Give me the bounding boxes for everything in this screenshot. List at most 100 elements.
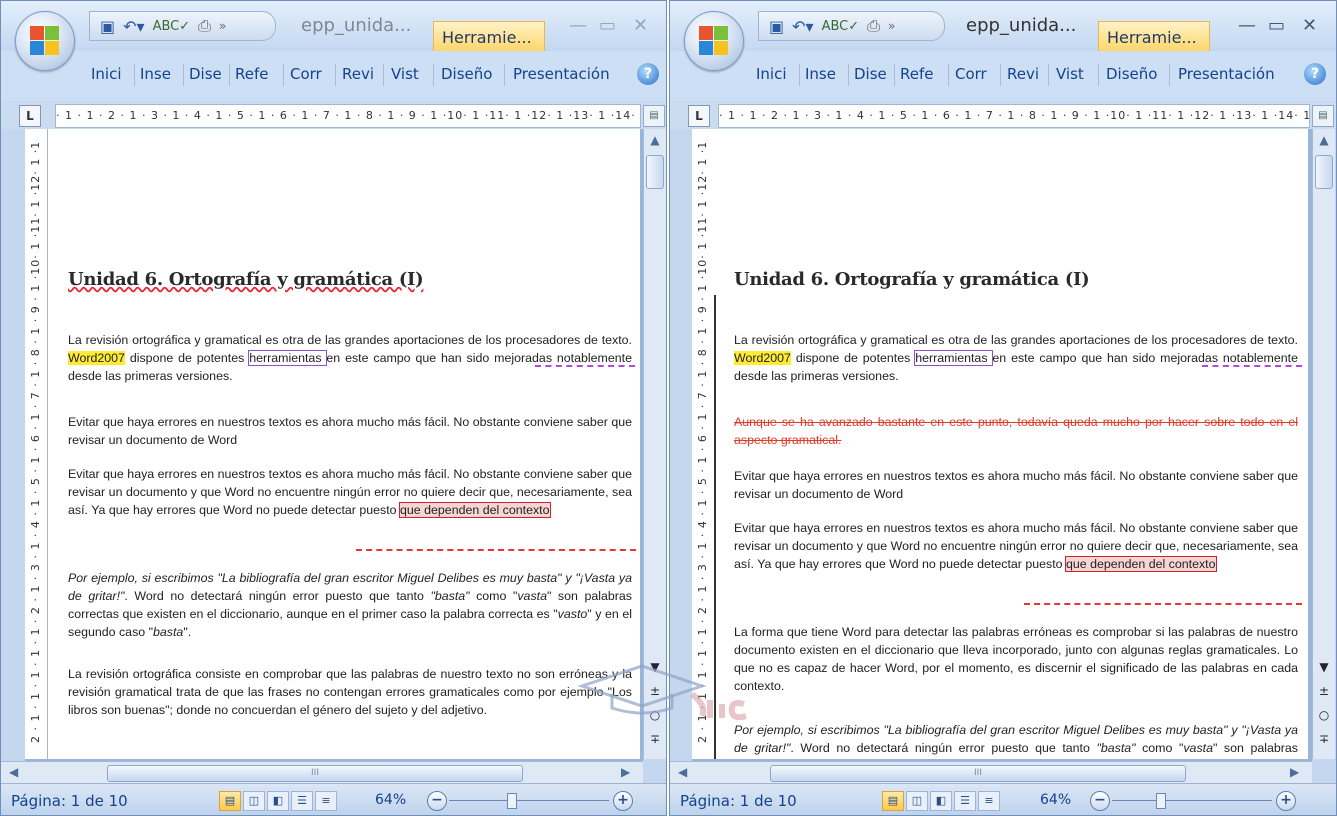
document-page[interactable]: Unidad 6. Ortografía y gramática (I) La …: [48, 129, 640, 759]
ruler-toggle-icon[interactable]: ▤: [643, 105, 665, 127]
draft-icon[interactable]: ≡: [978, 791, 1000, 811]
print-layout-icon[interactable]: ▤: [882, 791, 904, 811]
contextual-tab-tools[interactable]: Herramie...: [433, 21, 545, 51]
zoom-level[interactable]: 64%: [375, 792, 406, 808]
tab-vista[interactable]: Vist: [1056, 65, 1084, 83]
horizontal-ruler[interactable]: · 1 · 1 · 2 · 1 · 3 · 1 · 4 · 1 · 5 · 1 …: [718, 104, 1310, 128]
scroll-down-icon[interactable]: ▼: [644, 657, 666, 677]
scroll-left-icon[interactable]: ◀: [9, 765, 18, 779]
zoom-out-button[interactable]: −: [1090, 791, 1110, 811]
tab-diseno[interactable]: Diseño: [441, 65, 492, 83]
horizontal-scrollbar[interactable]: ◀ III ▶: [670, 761, 1312, 784]
scroll-right-icon[interactable]: ▶: [621, 765, 630, 779]
zoom-slider[interactable]: [449, 800, 609, 801]
select-browse-object-icon[interactable]: ○: [1313, 705, 1335, 725]
close-icon[interactable]: ✕: [1302, 15, 1317, 36]
tab-diseno-pagina[interactable]: Dise: [854, 65, 887, 83]
scroll-up-icon[interactable]: ▲: [644, 129, 666, 151]
save-icon[interactable]: ▣: [769, 17, 784, 36]
vertical-scrollbar[interactable]: ▲ ▼ ± ○ ∓: [643, 129, 666, 759]
help-icon[interactable]: ?: [1304, 63, 1326, 85]
next-page-icon[interactable]: ∓: [1313, 729, 1335, 749]
scroll-thumb[interactable]: [1315, 155, 1333, 189]
contextual-tab-tools[interactable]: Herramie...: [1098, 21, 1210, 51]
zoom-slider-thumb[interactable]: [507, 793, 517, 809]
page-count[interactable]: Página: 1 de 10: [680, 792, 797, 810]
scroll-left-icon[interactable]: ◀: [678, 765, 687, 779]
full-screen-reading-icon[interactable]: ◫: [243, 791, 265, 811]
paragraph-evitar-short: Evitar que haya errores en nuestros text…: [734, 469, 1298, 501]
tab-correspondencia[interactable]: Corr: [290, 65, 322, 83]
tab-revisar[interactable]: Revi: [1007, 65, 1039, 83]
zoom-level[interactable]: 64%: [1040, 792, 1071, 808]
tab-revisar[interactable]: Revi: [342, 65, 374, 83]
previous-page-icon[interactable]: ±: [1313, 681, 1335, 701]
tab-presentacion[interactable]: Presentación: [513, 65, 610, 83]
zoom-slider-thumb[interactable]: [1156, 793, 1166, 809]
undo-icon[interactable]: ↶▾: [123, 17, 144, 36]
horizontal-scrollbar[interactable]: ◀ III ▶: [1, 761, 643, 784]
ruler-toggle-icon[interactable]: ▤: [1312, 105, 1334, 127]
qat-more-icon[interactable]: »: [219, 19, 226, 33]
save-icon[interactable]: ▣: [100, 17, 115, 36]
spelling-icon[interactable]: ABC✓: [153, 19, 191, 34]
web-layout-icon[interactable]: ◧: [930, 791, 952, 811]
web-layout-icon[interactable]: ◧: [267, 791, 289, 811]
zoom-out-button[interactable]: −: [427, 791, 447, 811]
horizontal-scroll-thumb[interactable]: III: [107, 765, 523, 782]
zoom-slider[interactable]: [1112, 800, 1272, 801]
tab-diseno-pagina[interactable]: Dise: [189, 65, 222, 83]
select-browse-object-icon[interactable]: ○: [644, 705, 666, 725]
tab-inicio[interactable]: Inici: [756, 65, 787, 83]
horizontal-scroll-thumb[interactable]: III: [770, 765, 1186, 782]
vertical-scrollbar[interactable]: ▲ ▼ ± ○ ∓: [1312, 129, 1335, 759]
full-screen-reading-icon[interactable]: ◫: [906, 791, 928, 811]
scroll-down-icon[interactable]: ▼: [1313, 657, 1335, 677]
scroll-right-icon[interactable]: ▶: [1290, 765, 1299, 779]
tab-inicio[interactable]: Inici: [91, 65, 122, 83]
print-preview-icon[interactable]: ⎙: [198, 16, 211, 36]
tab-insertar[interactable]: Inse: [140, 65, 171, 83]
window-title: epp_unida...: [966, 15, 1077, 36]
minimize-icon[interactable]: —: [569, 15, 587, 36]
page-count[interactable]: Página: 1 de 10: [11, 792, 128, 810]
quick-access-toolbar: ▣ ↶▾ ABC✓ ⎙ »: [89, 11, 276, 41]
spelling-icon[interactable]: ABC✓: [822, 19, 860, 34]
tab-correspondencia[interactable]: Corr: [955, 65, 987, 83]
maximize-icon[interactable]: ▭: [1268, 15, 1285, 36]
zoom-in-button[interactable]: +: [613, 791, 633, 811]
scroll-thumb[interactable]: [646, 155, 664, 189]
tab-insertar[interactable]: Inse: [805, 65, 836, 83]
scroll-up-icon[interactable]: ▲: [1313, 129, 1335, 151]
vertical-ruler[interactable]: 2 · 1 · 1 · 1 · 1 · 1 · 2 · 1 · 3 · 1 · …: [25, 129, 48, 759]
close-icon[interactable]: ✕: [633, 15, 648, 36]
horizontal-ruler[interactable]: · 1 · 1 · 2 · 1 · 3 · 1 · 4 · 1 · 5 · 1 …: [55, 104, 641, 128]
help-icon[interactable]: ?: [637, 63, 659, 85]
tab-vista[interactable]: Vist: [391, 65, 419, 83]
tab-diseno[interactable]: Diseño: [1106, 65, 1157, 83]
ribbon-tabs: Inici Inse Dise Refe Corr Revi Vist Dise…: [670, 51, 1336, 102]
print-preview-icon[interactable]: ⎙: [867, 16, 880, 36]
print-layout-icon[interactable]: ▤: [219, 791, 241, 811]
tab-presentacion[interactable]: Presentación: [1178, 65, 1275, 83]
draft-icon[interactable]: ≡: [315, 791, 337, 811]
tab-selector-icon[interactable]: L: [19, 105, 41, 127]
outline-icon[interactable]: ☰: [954, 791, 976, 811]
outline-icon[interactable]: ☰: [291, 791, 313, 811]
minimize-icon[interactable]: —: [1238, 15, 1256, 36]
previous-page-icon[interactable]: ±: [644, 681, 666, 701]
office-button[interactable]: [15, 11, 75, 71]
zoom-in-button[interactable]: +: [1276, 791, 1296, 811]
office-button[interactable]: [684, 11, 744, 71]
vertical-ruler[interactable]: 2 · 1 · 1 · 1 · 1 · 1 · 2 · 1 · 3 · 1 · …: [692, 129, 715, 759]
tab-referencias[interactable]: Refe: [235, 65, 269, 83]
undo-icon[interactable]: ↶▾: [792, 17, 813, 36]
next-page-icon[interactable]: ∓: [644, 729, 666, 749]
view-buttons: ▤ ◫ ◧ ☰ ≡: [882, 791, 1000, 811]
tab-referencias[interactable]: Refe: [900, 65, 934, 83]
document-page[interactable]: Unidad 6. Ortografía y gramática (I) La …: [714, 129, 1308, 759]
tab-selector-icon[interactable]: L: [688, 105, 710, 127]
maximize-icon[interactable]: ▭: [599, 15, 616, 36]
word-window-right: ▣ ↶▾ ABC✓ ⎙ » epp_unida... Herramie... —…: [669, 0, 1337, 816]
qat-more-icon[interactable]: »: [888, 19, 895, 33]
